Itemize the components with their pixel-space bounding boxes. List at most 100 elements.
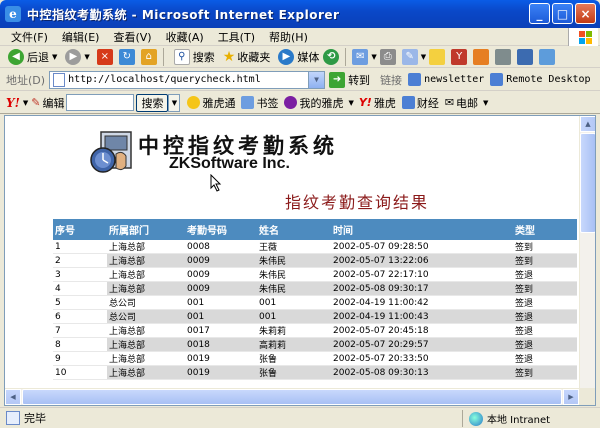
table-cell: 签到 — [513, 281, 577, 296]
horizontal-scroll-thumb[interactable] — [22, 389, 562, 405]
scrollbar-corner — [579, 388, 595, 405]
table-cell: 上海总部 — [107, 253, 185, 268]
table-cell: 10 — [53, 365, 107, 380]
minimize-button[interactable]: _ — [529, 3, 550, 24]
maximize-button[interactable]: □ — [552, 3, 573, 24]
column-header[interactable]: 姓名 — [257, 219, 331, 240]
column-header[interactable]: 所属部门 — [107, 219, 185, 240]
menu-favorites[interactable]: 收藏(A) — [159, 29, 211, 45]
attendance-table: 序号 所属部门 考勤号码 姓名 时间 类型 1 上海总部 0008 王薇 2002-05… — [53, 219, 577, 380]
address-input[interactable]: http://localhost/querycheck.html ▼ — [49, 70, 326, 89]
search-button[interactable]: ⚲ 搜索 — [167, 47, 219, 67]
forward-arrow-icon: ▶ — [65, 48, 82, 65]
go-button[interactable]: ➜ 转到 — [329, 71, 371, 88]
table-cell: 签退 — [513, 337, 577, 352]
print-icon[interactable]: ⎙ — [379, 48, 396, 65]
yahoo-bookmarks-button[interactable]: 书签 — [238, 95, 281, 111]
vertical-scrollbar[interactable]: ▲ — [579, 116, 595, 389]
scroll-left-icon[interactable]: ◀ — [5, 389, 21, 405]
history-icon[interactable]: ⟲ — [323, 48, 340, 65]
messenger-icon[interactable]: Y — [451, 48, 468, 65]
table-cell: 2002-05-07 20:29:57 — [331, 337, 513, 352]
go-label: 转到 — [348, 73, 371, 87]
table-cell: 6 — [53, 309, 107, 324]
table-cell: 2002-05-07 09:28:50 — [331, 240, 513, 254]
table-cell: 0018 — [185, 337, 257, 352]
table-cell: 朱伟民 — [257, 253, 331, 268]
link-newsletter[interactable]: newsletter — [408, 73, 484, 86]
table-cell: 朱伟民 — [257, 267, 331, 282]
menu-help[interactable]: 帮助(H) — [262, 29, 315, 45]
table-cell: 2002-05-07 20:33:50 — [331, 351, 513, 366]
table-cell: 签到 — [513, 365, 577, 380]
media-icon: ▶ — [278, 48, 295, 65]
my-yahoo-label: 我的雅虎 — [299, 96, 344, 110]
edit-page-icon[interactable]: ✎ — [401, 48, 418, 65]
yahoo-search-input[interactable] — [66, 94, 135, 111]
column-header[interactable]: 考勤号码 — [185, 219, 257, 240]
yahoo-search-dropdown[interactable]: ▼ — [168, 93, 181, 112]
scroll-up-icon[interactable]: ▲ — [580, 116, 595, 132]
home-icon[interactable]: ⌂ — [140, 48, 157, 65]
back-label: 后退 — [27, 50, 49, 64]
vertical-scroll-thumb[interactable] — [580, 133, 595, 233]
table-cell: 张鲁 — [257, 365, 331, 380]
menu-view[interactable]: 查看(V) — [106, 29, 158, 45]
table-cell: 0009 — [185, 281, 257, 296]
yahoo-home-button[interactable]: Y! 雅虎 — [356, 95, 399, 111]
column-header[interactable]: 类型 — [513, 219, 577, 240]
chart-icon — [401, 96, 415, 109]
table-cell: 0008 — [185, 240, 257, 254]
note-icon[interactable] — [429, 48, 446, 65]
scroll-right-icon[interactable]: ▶ — [563, 389, 579, 405]
table-cell: 2002-04-19 11:00:43 — [331, 309, 513, 324]
table-cell: 0019 — [185, 351, 257, 366]
table-cell: 上海总部 — [107, 351, 185, 366]
stop-icon[interactable]: × — [96, 48, 113, 65]
address-bar: 地址(D) http://localhost/querycheck.html ▼… — [0, 69, 600, 91]
yahoo-finance-button[interactable]: 财经 — [399, 95, 442, 111]
horizontal-scrollbar[interactable]: ◀ ▶ — [5, 388, 579, 405]
result-title: 指纹考勤查询结果 — [285, 193, 430, 212]
yahoo-search-button[interactable]: 搜索 — [136, 93, 169, 112]
table-cell: 2002-05-07 13:22:06 — [331, 253, 513, 268]
table-cell: 总公司 — [107, 309, 185, 324]
table-cell: 001 — [185, 295, 257, 310]
menu-tools[interactable]: 工具(T) — [211, 29, 262, 45]
favorites-button[interactable]: ★ 收藏夹 — [219, 47, 275, 67]
tools-icon[interactable] — [539, 48, 556, 65]
column-header[interactable]: 序号 — [53, 219, 107, 240]
link-remote-desktop[interactable]: Remote Desktop — [490, 73, 591, 86]
back-arrow-icon: ◀ — [8, 48, 24, 65]
yahoo-messenger-label: 雅虎通 — [202, 96, 236, 110]
menu-edit[interactable]: 编辑(E) — [55, 29, 107, 45]
table-row: 8 上海总部 0018 高莉莉 2002-05-07 20:29:57 签退 — [53, 337, 577, 352]
address-dropdown-icon[interactable]: ▼ — [308, 71, 325, 88]
back-button[interactable]: ◀ 后退 ▼ — [4, 47, 61, 67]
link-page-icon — [490, 73, 504, 86]
yahoo-edit-button[interactable]: 编辑 — [42, 95, 64, 111]
media-button[interactable]: ▶ 媒体 — [274, 47, 323, 67]
menu-file[interactable]: 文件(F) — [4, 29, 55, 45]
research-icon[interactable] — [473, 48, 490, 65]
yahoo-mail-button[interactable]: ✉ 电邮 — [442, 95, 481, 111]
table-row: 3 上海总部 0009 朱伟民 2002-05-07 22:17:10 签退 — [53, 267, 577, 282]
yahoo-logo[interactable]: Y! — [6, 96, 20, 110]
table-cell: 签到 — [513, 253, 577, 268]
yahoo-messenger-button[interactable]: 雅虎通 — [184, 95, 238, 111]
table-cell: 朱伟民 — [257, 281, 331, 296]
chat-icon[interactable] — [517, 48, 534, 65]
my-yahoo-button[interactable]: 我的雅虎 — [281, 95, 346, 111]
mail-icon[interactable]: ✉ — [352, 48, 369, 65]
security-zone: 本地 Intranet — [462, 410, 550, 427]
window-title: 中控指纹考勤系统 - Microsoft Internet Explorer — [27, 7, 340, 22]
column-header[interactable]: 时间 — [331, 219, 513, 240]
table-row: 5 总公司 001 001 2002-04-19 11:00:42 签退 — [53, 295, 577, 310]
refresh-icon[interactable]: ↻ — [118, 48, 135, 65]
table-cell: 4 — [53, 281, 107, 296]
forward-button[interactable]: ▶ ▼ — [61, 47, 93, 67]
table-cell: 上海总部 — [107, 365, 185, 380]
table-cell: 9 — [53, 351, 107, 366]
discuss-icon[interactable] — [495, 48, 512, 65]
close-button[interactable]: × — [575, 3, 596, 24]
